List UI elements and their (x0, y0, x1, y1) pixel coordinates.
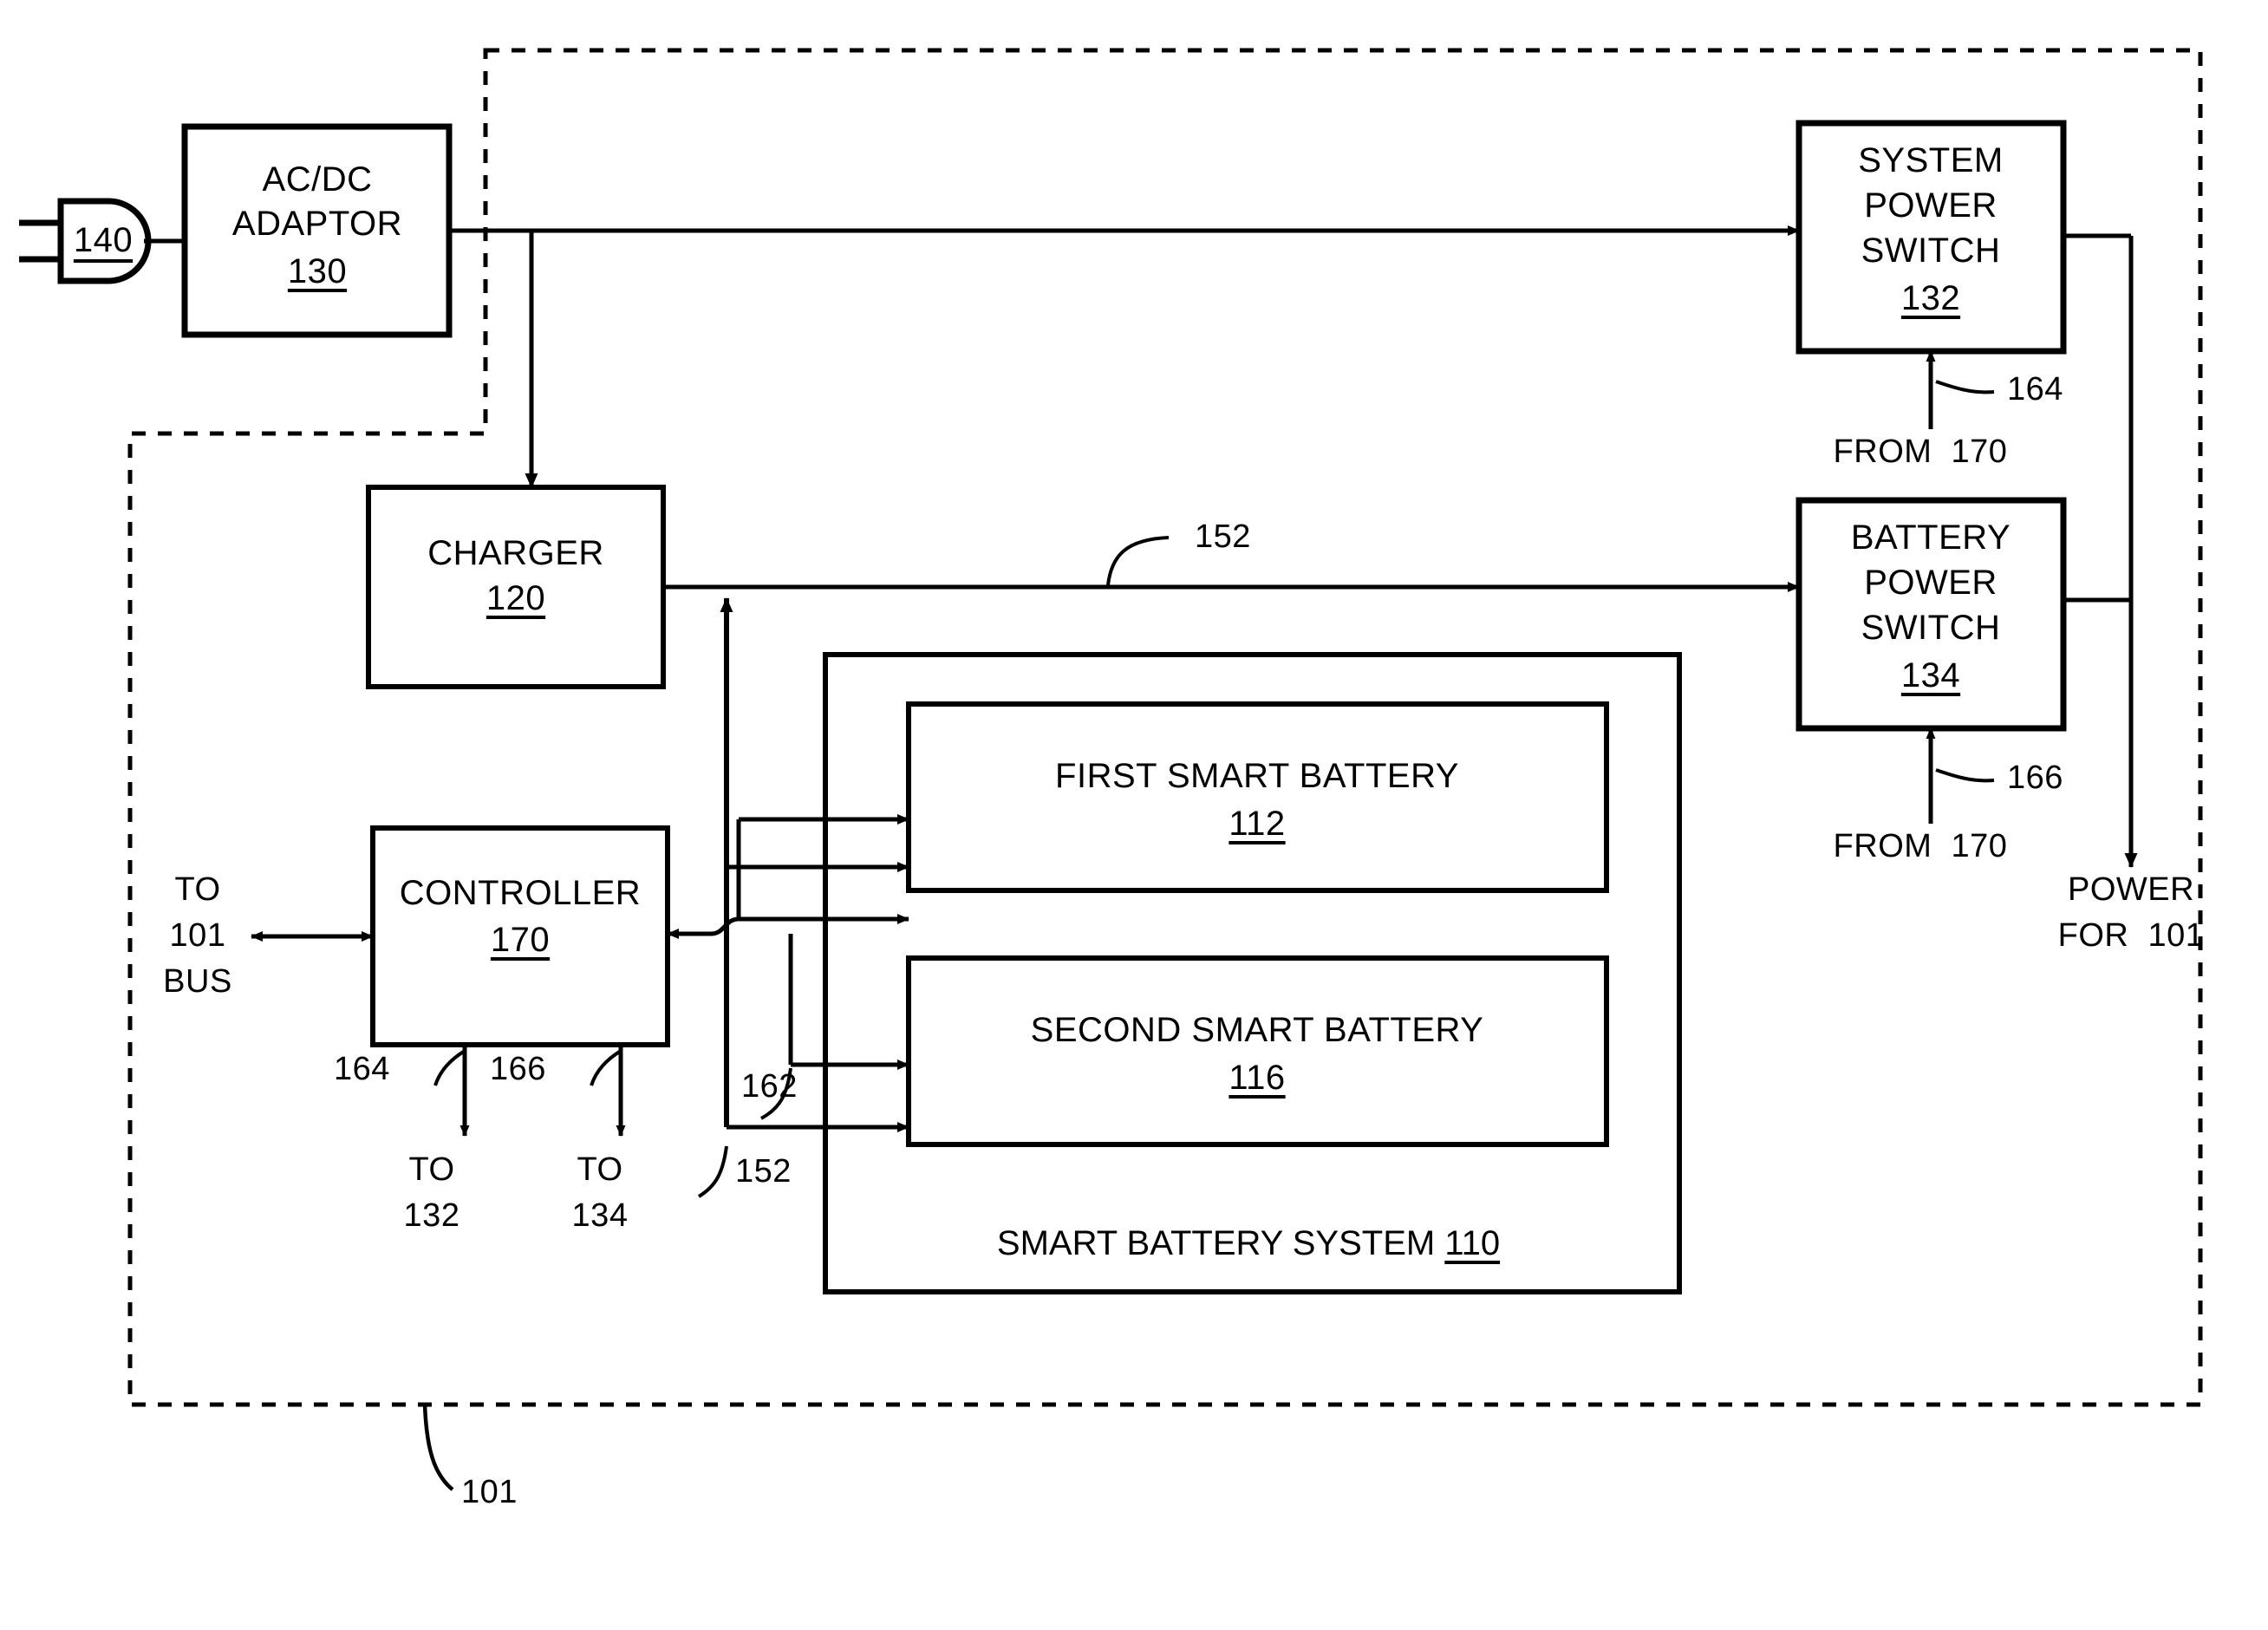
to-101-bus-line3: BUS (163, 963, 232, 1000)
first-battery-title: FIRST SMART BATTERY (1055, 757, 1459, 795)
patent-figure-canvas: 140 AC/DC ADAPTOR 130 CHARGER 120 CONTRO… (0, 0, 2268, 1630)
to-134-line2: 134 (571, 1197, 629, 1234)
to-132-line2: 132 (403, 1197, 460, 1234)
battery-switch-line3: SWITCH (1861, 609, 2001, 647)
from-170-top-label: FROM 170 (1833, 434, 2008, 470)
smart-battery-system-box-110 (823, 652, 1682, 1294)
charger-title: CHARGER (427, 534, 604, 572)
power-for-101-line2: FOR 101 (2057, 917, 2205, 954)
battery-system-caption: SMART BATTERY SYSTEM 110 (997, 1224, 1500, 1263)
to-134-line1: TO (577, 1151, 623, 1188)
ref-162: 162 (741, 1068, 798, 1105)
battery-switch-line2: POWER (1864, 564, 1998, 602)
ref-164-switch: 164 (2007, 371, 2063, 408)
adaptor-title-line1: AC/DC (262, 160, 373, 199)
leader-152-bottom (697, 1145, 728, 1198)
system-switch-line1: SYSTEM (1858, 141, 2004, 179)
plug-ref-140: 140 (73, 221, 134, 259)
leader-101 (422, 1404, 454, 1491)
battery-switch-line1: BATTERY (1850, 518, 2011, 557)
controller-ref-170: 170 (490, 921, 551, 959)
first-battery-ref-112: 112 (1228, 805, 1286, 843)
adaptor-ref-130: 130 (287, 252, 348, 290)
leader-166-switch (1935, 768, 1995, 783)
leader-164-controller (433, 1049, 466, 1086)
battery-system-title: SMART BATTERY SYSTEM (996, 1224, 1436, 1262)
ref-166-controller: 166 (490, 1051, 546, 1087)
adaptor-title-line2: ADAPTOR (231, 205, 403, 243)
ref-164-controller: 164 (334, 1051, 390, 1087)
system-switch-ref-132: 132 (1900, 279, 1961, 317)
to-132-line1: TO (408, 1151, 455, 1188)
controller-title: CONTROLLER (399, 874, 642, 912)
battery-switch-ref-134: 134 (1900, 656, 1961, 694)
power-for-101-line1: POWER (2067, 871, 2195, 908)
ref-166-switch: 166 (2007, 760, 2063, 796)
system-switch-line2: POWER (1864, 186, 1998, 225)
to-101-bus-line2: 101 (169, 917, 226, 954)
leader-166-controller (590, 1049, 622, 1086)
from-170-bottom-label: FROM 170 (1833, 828, 2008, 864)
leader-152-top (1106, 536, 1170, 586)
leader-164-switch (1935, 380, 1995, 394)
to-101-bus-line1: TO (174, 871, 221, 908)
second-battery-title: SECOND SMART BATTERY (1030, 1011, 1484, 1049)
ref-101-system: 101 (461, 1474, 518, 1510)
battery-system-ref-110: 110 (1444, 1224, 1501, 1262)
ref-152-top: 152 (1195, 518, 1251, 555)
system-switch-line3: SWITCH (1861, 231, 2001, 270)
ref-152-bottom: 152 (735, 1153, 792, 1190)
charger-ref-120: 120 (486, 579, 546, 617)
second-battery-ref-116: 116 (1228, 1059, 1286, 1097)
